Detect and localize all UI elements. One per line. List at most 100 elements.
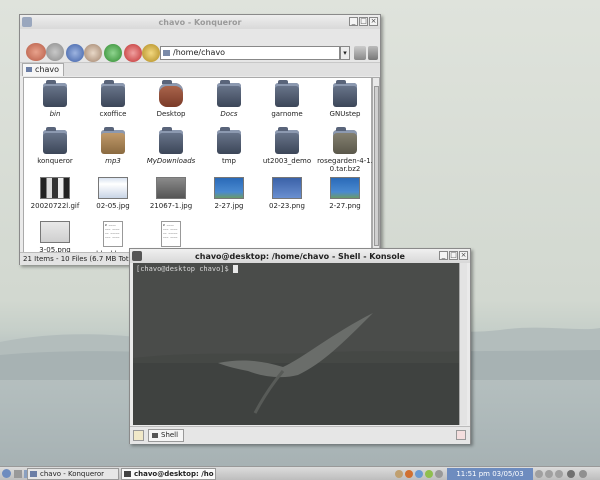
tray-icon[interactable] xyxy=(579,470,587,478)
folder-icon xyxy=(26,67,32,72)
file-item[interactable]: 2-27.jpg xyxy=(201,177,257,210)
tray-icon[interactable] xyxy=(435,470,443,478)
minimize-button[interactable]: _ xyxy=(439,251,448,260)
image-thumbnail-icon xyxy=(330,177,360,199)
task-label: chavo@desktop: /ho xyxy=(134,470,214,478)
bookmark-star-icon[interactable] xyxy=(142,44,160,62)
window-title: chavo - Konqueror xyxy=(158,17,242,27)
folder-icon xyxy=(217,80,241,107)
minimize-button[interactable]: _ xyxy=(349,17,358,26)
tray-icon[interactable] xyxy=(395,470,403,478)
konsole-window[interactable]: chavo@desktop: /home/chavo - Shell - Kon… xyxy=(129,248,471,444)
go-icon[interactable] xyxy=(368,46,378,60)
stop-icon[interactable] xyxy=(124,44,142,62)
window-menu-icon[interactable] xyxy=(22,17,32,27)
tab-chavo[interactable]: chavo xyxy=(22,63,64,76)
seagull-background xyxy=(133,313,466,425)
file-label: 02-23.png xyxy=(269,202,305,210)
file-label: tmp xyxy=(221,157,236,165)
file-label: 02-05.jpg xyxy=(96,202,130,210)
location-text: /home/chavo xyxy=(173,48,226,57)
terminal-area[interactable]: [chavo@desktop chavo]$ xyxy=(133,263,466,425)
file-item[interactable]: ut2003_demo xyxy=(259,127,315,165)
konqueror-titlebar[interactable]: chavo - Konqueror _ □ × xyxy=(20,15,380,29)
tab-label: Shell xyxy=(161,431,179,439)
kde-menu-icon[interactable] xyxy=(2,469,11,478)
tray-icon[interactable] xyxy=(535,470,543,478)
file-item[interactable]: Desktop xyxy=(143,80,199,118)
konsole-titlebar[interactable]: chavo@desktop: /home/chavo - Shell - Kon… xyxy=(130,249,470,263)
vertical-scrollbar[interactable] xyxy=(372,77,380,253)
tray-icon[interactable] xyxy=(567,470,575,478)
tray-icon[interactable] xyxy=(415,470,423,478)
new-session-icon[interactable] xyxy=(133,430,144,441)
folder-icon xyxy=(159,127,183,154)
file-item[interactable]: 02-23.png xyxy=(259,177,315,210)
clock[interactable]: 11:51 pm 03/05/03 xyxy=(447,468,533,480)
close-button[interactable]: × xyxy=(369,17,378,26)
image-thumbnail-icon xyxy=(156,177,186,199)
task-label: chavo - Konqueror xyxy=(40,470,105,478)
file-item[interactable]: GNUstep xyxy=(317,80,373,118)
file-item[interactable]: 21067-1.jpg xyxy=(143,177,199,210)
archive-icon xyxy=(333,127,357,154)
folder-icon xyxy=(43,80,67,107)
music-folder-icon xyxy=(101,127,125,154)
file-item[interactable]: 2-27.png xyxy=(317,177,373,210)
location-input[interactable]: /home/chavo xyxy=(160,46,340,60)
scrollbar-thumb[interactable] xyxy=(374,86,379,246)
maximize-button[interactable]: □ xyxy=(449,251,458,260)
file-label: konqueror xyxy=(37,157,73,165)
file-item[interactable]: garnome xyxy=(259,80,315,118)
file-item[interactable]: rosegarden-4-1.0.tar.bz2 xyxy=(317,127,373,173)
location-dropdown-button[interactable]: ▾ xyxy=(340,46,350,60)
up-icon[interactable] xyxy=(66,44,84,62)
tab-bar: chavo xyxy=(20,63,380,76)
clear-location-icon[interactable] xyxy=(354,46,366,60)
image-thumbnail-icon xyxy=(40,221,70,243)
window-menu-icon[interactable] xyxy=(132,251,142,261)
task-konqueror[interactable]: chavo - Konqueror xyxy=(27,468,119,480)
file-item[interactable]: 20020722l.gif xyxy=(27,177,83,210)
tray-icon[interactable] xyxy=(545,470,553,478)
back-icon[interactable] xyxy=(26,43,46,61)
tray-icon[interactable] xyxy=(425,470,433,478)
file-item[interactable]: Docs xyxy=(201,80,257,118)
window-title: chavo@desktop: /home/chavo - Shell - Kon… xyxy=(195,251,405,261)
konqueror-icon xyxy=(30,471,37,477)
file-label: mp3 xyxy=(105,157,121,165)
file-label: garnome xyxy=(271,110,303,118)
reload-icon[interactable] xyxy=(104,44,122,62)
tray-icon[interactable] xyxy=(405,470,413,478)
close-session-icon[interactable] xyxy=(456,430,466,440)
file-item[interactable]: MyDownloads xyxy=(143,127,199,165)
image-thumbnail-icon xyxy=(40,177,70,199)
file-item[interactable]: bin xyxy=(27,80,83,118)
tab-shell[interactable]: Shell xyxy=(148,429,184,442)
file-label: ut2003_demo xyxy=(262,157,312,165)
forward-icon[interactable] xyxy=(46,43,64,61)
show-desktop-icon[interactable] xyxy=(14,470,22,478)
file-item[interactable]: cxoffice xyxy=(85,80,141,118)
prompt-text: [chavo@desktop chavo]$ xyxy=(136,265,233,273)
file-item[interactable]: 3-05.png xyxy=(27,221,83,254)
tab-label: chavo xyxy=(35,65,59,74)
close-button[interactable]: × xyxy=(459,251,468,260)
taskbar: chavo - Konqueror chavo@desktop: /ho 11:… xyxy=(0,466,600,480)
file-item[interactable]: tmp xyxy=(201,127,257,165)
maximize-button[interactable]: □ xyxy=(359,17,368,26)
file-icon-view[interactable]: bin cxoffice Desktop Docs garnome GNUstep konq… xyxy=(23,77,373,258)
tray-icon[interactable] xyxy=(555,470,563,478)
terminal-scrollbar[interactable] xyxy=(459,263,467,425)
konsole-icon xyxy=(124,471,131,477)
file-item[interactable]: mp3 xyxy=(85,127,141,165)
konqueror-window[interactable]: chavo - Konqueror _ □ × /home/chavo ▾ ch… xyxy=(19,14,381,265)
file-item[interactable]: 02-05.jpg xyxy=(85,177,141,210)
terminal-icon xyxy=(152,433,158,438)
folder-icon xyxy=(217,127,241,154)
folder-icon xyxy=(101,80,125,107)
home-icon[interactable] xyxy=(84,44,102,62)
konqueror-toolbar: /home/chavo ▾ xyxy=(20,29,380,63)
file-item[interactable]: konqueror xyxy=(27,127,83,165)
task-konsole[interactable]: chavo@desktop: /ho xyxy=(121,468,216,480)
